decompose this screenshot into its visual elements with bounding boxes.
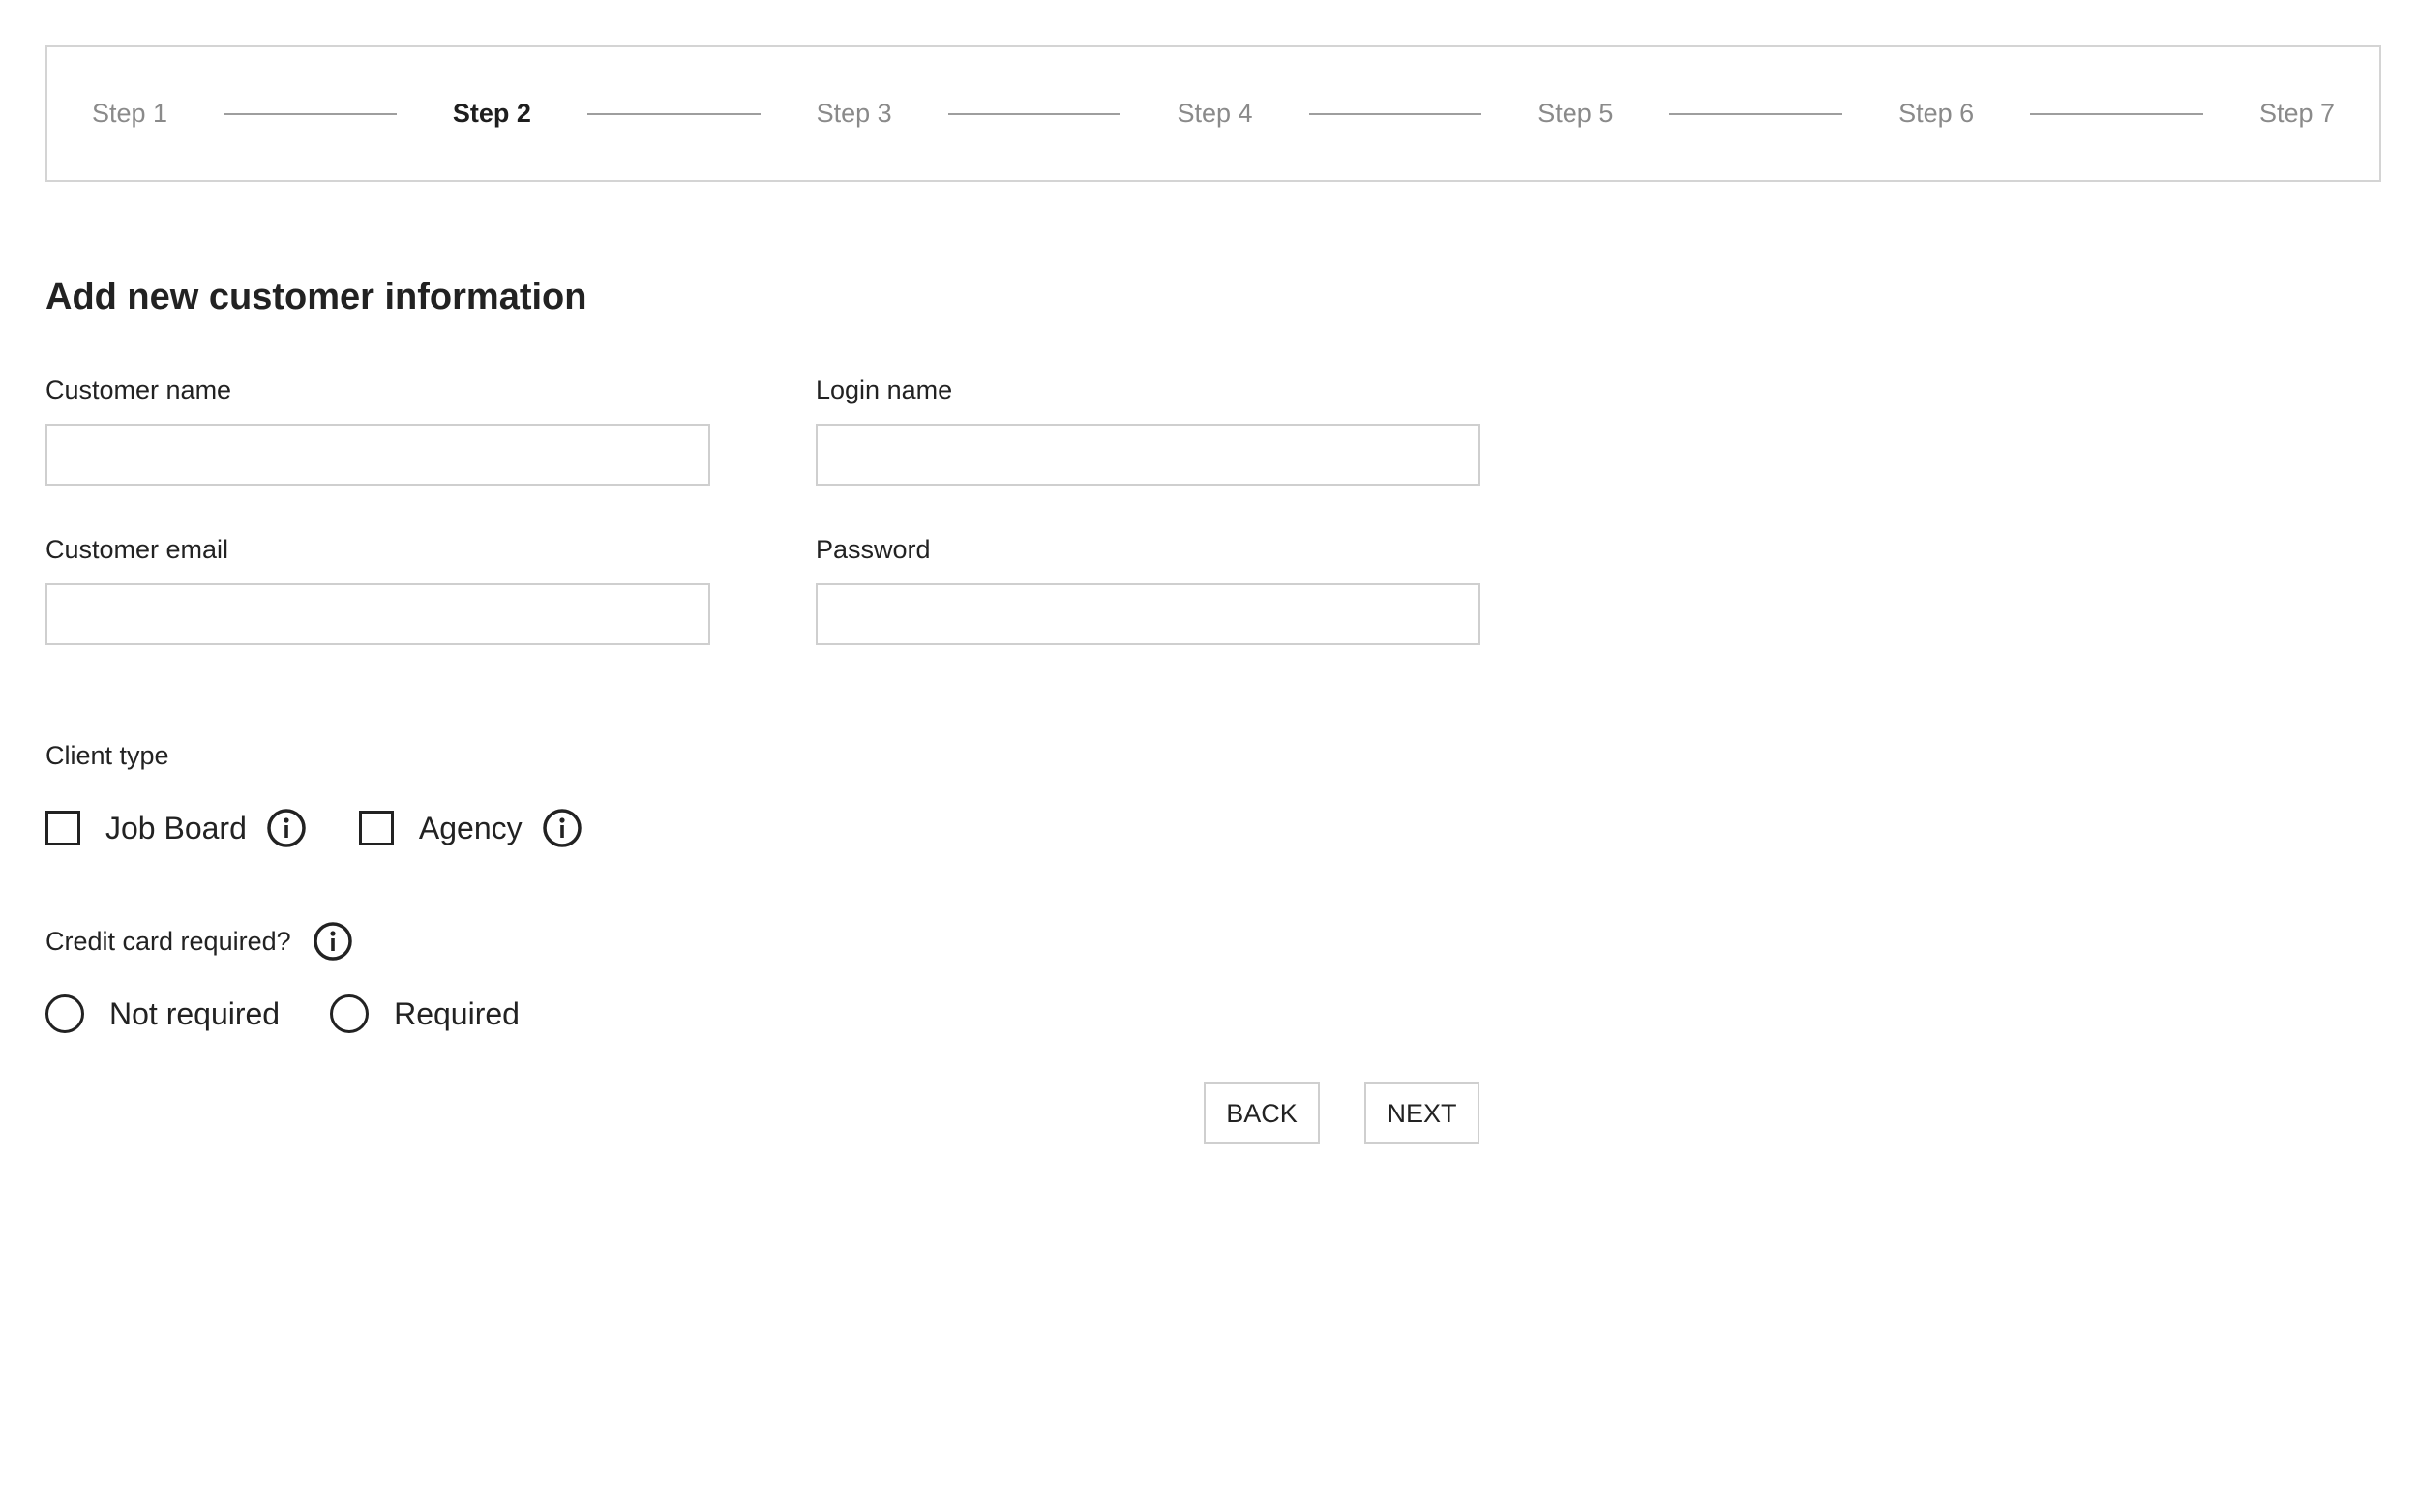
step-5[interactable]: Step 5 <box>1538 99 1613 129</box>
step-connector <box>2030 112 2203 115</box>
login-name-label: Login name <box>816 375 953 404</box>
credit-card-options: Not required Required <box>45 991 520 1037</box>
agency-checkbox[interactable] <box>358 811 394 845</box>
customer-name-input[interactable] <box>45 424 710 486</box>
step-7[interactable]: Step 7 <box>2259 99 2335 129</box>
not-required-radio[interactable] <box>45 994 84 1033</box>
job-board-checkbox[interactable] <box>45 811 80 845</box>
info-icon[interactable] <box>313 921 353 962</box>
agency-label[interactable]: Agency <box>419 811 523 846</box>
step-4[interactable]: Step 4 <box>1177 99 1252 129</box>
info-icon[interactable] <box>266 808 307 848</box>
not-required-label[interactable]: Not required <box>109 996 280 1032</box>
step-6[interactable]: Step 6 <box>1898 99 1974 129</box>
next-button[interactable]: NEXT <box>1364 1082 1479 1144</box>
step-2[interactable]: Step 2 <box>453 99 531 129</box>
job-board-label[interactable]: Job Board <box>105 811 247 846</box>
step-connector <box>224 112 397 115</box>
required-radio[interactable] <box>330 994 370 1033</box>
info-icon[interactable] <box>542 808 582 848</box>
customer-email-label: Customer email <box>45 535 229 564</box>
stepper: Step 1 Step 2 Step 3 Step 4 Step 5 Step … <box>45 45 2381 182</box>
credit-card-section: Credit card required? <box>45 921 353 962</box>
client-type-options: Job Board Agency <box>45 805 582 851</box>
step-connector <box>1308 112 1482 115</box>
back-button[interactable]: BACK <box>1204 1082 1320 1144</box>
password-label: Password <box>816 535 931 564</box>
step-connector <box>947 112 1121 115</box>
page-title: Add new customer information <box>45 277 587 317</box>
credit-card-label: Credit card required? <box>45 926 291 956</box>
step-connector <box>586 112 761 115</box>
step-connector <box>1669 112 1843 115</box>
customer-email-input[interactable] <box>45 583 710 645</box>
customer-name-label: Customer name <box>45 375 232 404</box>
step-3[interactable]: Step 3 <box>817 99 892 129</box>
step-1[interactable]: Step 1 <box>92 99 167 129</box>
client-type-label: Client type <box>45 741 169 770</box>
login-name-input[interactable] <box>816 424 1480 486</box>
password-input[interactable] <box>816 583 1480 645</box>
required-label[interactable]: Required <box>394 996 520 1032</box>
